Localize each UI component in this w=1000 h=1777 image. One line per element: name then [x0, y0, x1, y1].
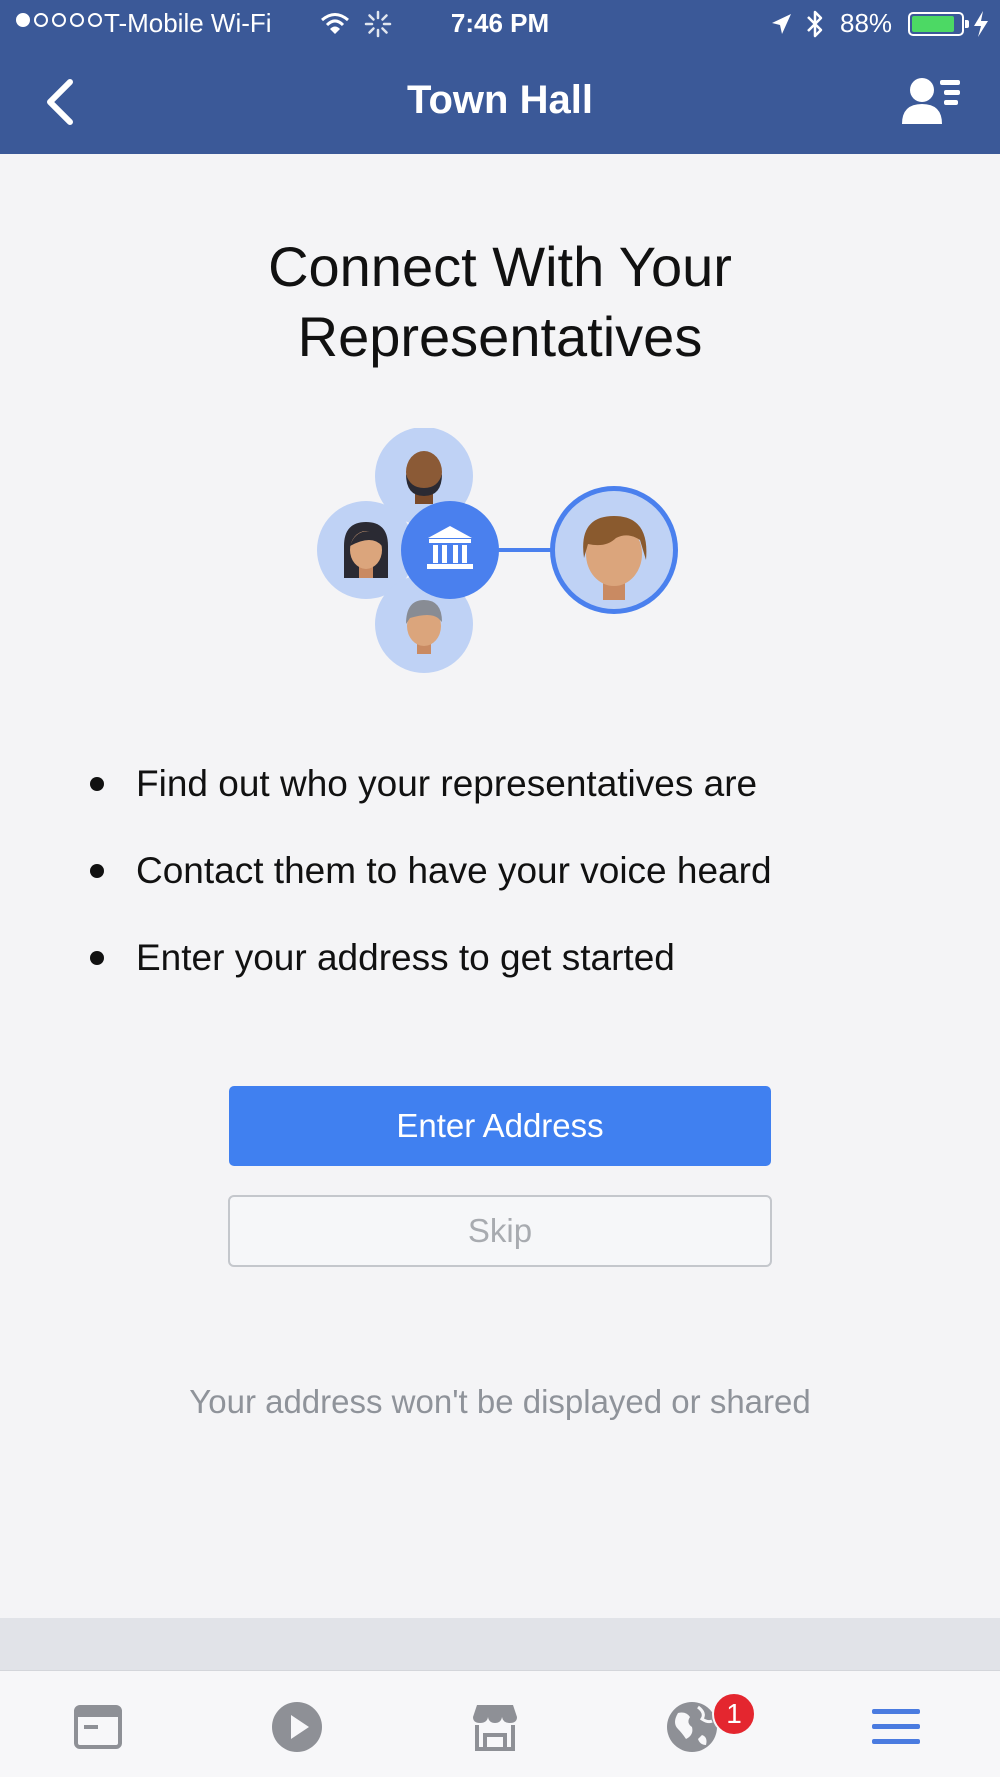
location-arrow-icon	[772, 14, 791, 34]
skip-button[interactable]: Skip	[228, 1195, 772, 1267]
battery-icon	[908, 12, 969, 36]
status-bar: T-Mobile Wi-Fi 7:46 PM 88%	[0, 0, 1000, 50]
enter-address-button[interactable]: Enter Address	[229, 1086, 771, 1166]
feature-list: Find out who your representatives are Co…	[90, 740, 950, 1001]
headline: Connect With Your Representatives	[0, 232, 1000, 372]
bullet-dot	[90, 863, 104, 878]
user-avatar	[550, 486, 678, 614]
tab-bar	[0, 1670, 1000, 1777]
video-play-icon[interactable]	[269, 1699, 325, 1755]
bluetooth-icon	[807, 10, 823, 38]
representative-avatar-left	[344, 522, 388, 578]
person-list-icon[interactable]	[900, 74, 962, 126]
navigation-bar: Town Hall	[0, 50, 1000, 154]
headline-line-2: Representatives	[297, 305, 703, 368]
list-item-text: Enter your address to get started	[136, 936, 675, 978]
list-item: Enter your address to get started	[90, 914, 950, 1001]
privacy-note: Your address won't be displayed or share…	[189, 1383, 811, 1420]
notification-badge: 1	[712, 1692, 756, 1736]
news-feed-icon[interactable]	[70, 1699, 126, 1755]
bullet-dot	[90, 950, 104, 965]
battery-percent: 88%	[840, 8, 893, 38]
charging-bolt-icon	[974, 11, 988, 37]
list-item-text: Contact them to have your voice heard	[136, 849, 772, 891]
list-item: Contact them to have your voice heard	[90, 827, 950, 914]
list-item-text: Find out who your representatives are	[136, 762, 758, 804]
menu-icon[interactable]	[868, 1699, 924, 1755]
header: T-Mobile Wi-Fi 7:46 PM 88% Town Hall	[0, 0, 1000, 154]
marketplace-store-icon[interactable]	[467, 1699, 523, 1755]
globe-notifications-icon[interactable]	[664, 1699, 720, 1755]
representatives-connect-illustration	[317, 428, 678, 673]
government-building-icon	[401, 501, 499, 599]
content-divider	[0, 1618, 1000, 1670]
list-item: Find out who your representatives are	[90, 740, 950, 827]
bullet-dot	[90, 776, 104, 791]
page-title: Town Hall	[407, 78, 593, 122]
headline-line-1: Connect With Your	[268, 235, 732, 298]
